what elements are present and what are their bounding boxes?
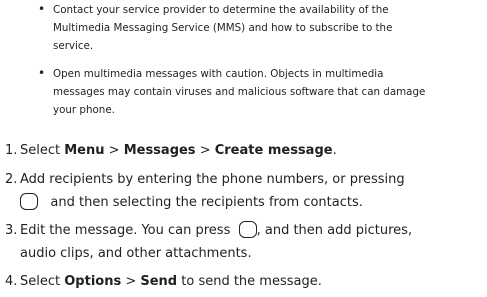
step-text: Select Options > Send to send the messag… [20,274,322,289]
bullet-dot: • [38,66,46,80]
create-message-label: Create message [214,143,333,158]
step-number: 4. [5,274,18,289]
step-number: 1. [5,143,18,158]
key-button-icon [20,193,38,210]
key-button-icon [238,221,257,238]
send-label: Send [140,274,178,289]
messages-label: Messages [123,143,196,158]
step-number: 3. [5,223,18,238]
bullet-line: messages may contain viruses and malicio… [53,86,426,98]
bullet-line: Open multimedia messages with caution. O… [53,68,384,80]
bullet-line: your phone. [53,104,115,116]
step-number: 2. [5,172,18,187]
bullet-text: Contact your service provider to determi… [53,1,485,55]
step-text: and then selecting the recipients from c… [20,191,363,214]
bullet-line: service. [53,40,94,52]
bullet-text: Open multimedia messages with caution. O… [53,65,485,119]
bullet-line: Multimedia Messaging Service (MMS) and h… [53,22,393,34]
step-text: Edit the message. You can press , and th… [20,221,413,238]
step-text: Add recipients by entering the phone num… [20,172,405,187]
bullet-line: Contact your service provider to determi… [53,4,389,16]
menu-label: Menu [64,143,105,158]
bullet-dot: • [38,2,46,16]
step-text: Select Menu > Messages > Create message. [20,143,337,158]
options-label: Options [64,274,122,289]
step-text: audio clips, and other attachments. [20,246,252,261]
